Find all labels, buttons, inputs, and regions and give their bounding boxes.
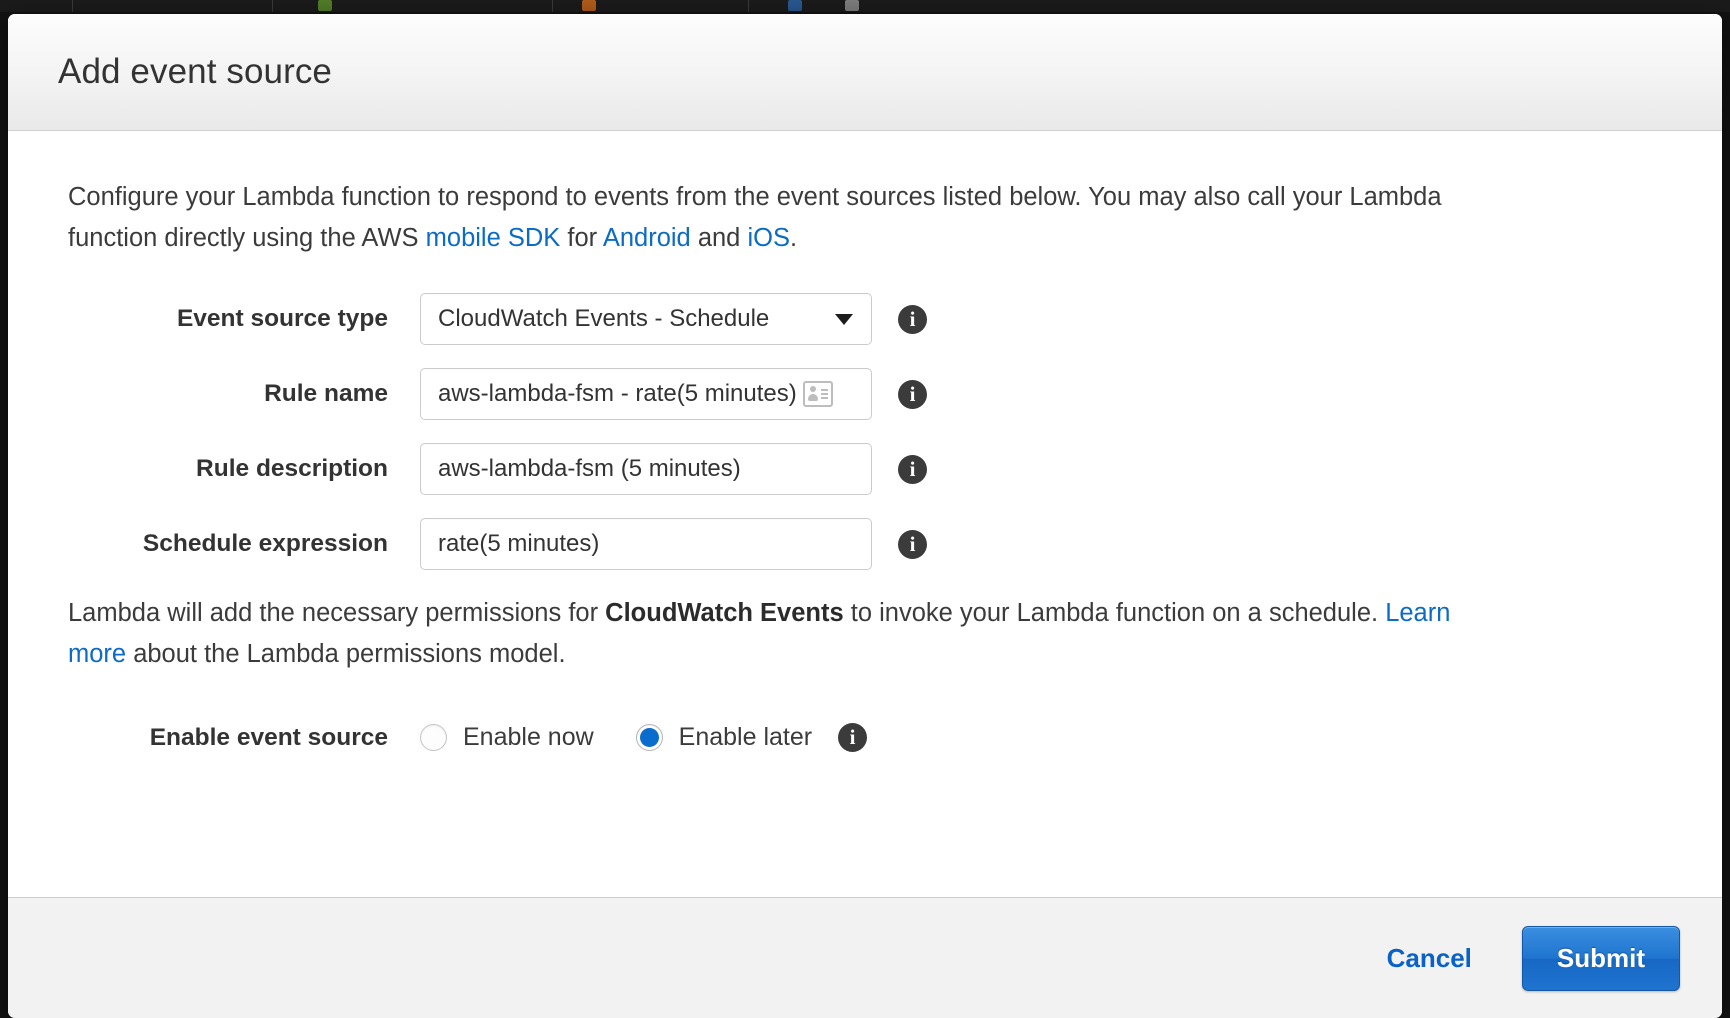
radio-option-enable-later[interactable]: Enable later	[635, 723, 813, 752]
chevron-down-icon	[835, 313, 853, 325]
permissions-text-2: to invoke your Lambda function on a sche…	[843, 599, 1386, 627]
form-row-enable-event-source: Enable event source Enable now Enable la…	[68, 723, 1666, 753]
intro-text-4: .	[789, 224, 798, 252]
enable-event-source-radio-group: Enable now Enable later i	[420, 723, 868, 753]
enable-event-source-label: Enable event source	[149, 724, 388, 751]
submit-button[interactable]: Submit	[1521, 925, 1680, 991]
rule-description-value: aws-lambda-fsm (5 minutes)	[438, 455, 741, 482]
event-source-type-select[interactable]: CloudWatch Events - Schedule	[420, 293, 872, 345]
schedule-expression-input[interactable]: rate(5 minutes)	[420, 518, 872, 570]
radio-enable-now[interactable]	[420, 724, 447, 752]
intro-paragraph: Configure your Lambda function to respon…	[68, 177, 1488, 259]
dialog-body: Configure your Lambda function to respon…	[8, 131, 1722, 897]
info-icon[interactable]: i	[898, 454, 927, 484]
rule-description-label: Rule description	[196, 455, 388, 483]
radio-enable-now-label: Enable now	[463, 723, 594, 752]
mobile-sdk-link[interactable]: mobile SDK	[426, 224, 561, 252]
form-row-rule-description: Rule description aws-lambda-fsm (5 minut…	[68, 443, 1666, 495]
rule-description-input[interactable]: aws-lambda-fsm (5 minutes)	[420, 443, 872, 495]
android-link[interactable]: Android	[603, 224, 691, 252]
add-event-source-dialog: Add event source Configure your Lambda f…	[8, 14, 1722, 1018]
info-icon[interactable]: i	[898, 304, 927, 334]
event-source-type-control: CloudWatch Events - Schedule i	[420, 293, 927, 345]
radio-enable-later-label: Enable later	[678, 723, 813, 752]
ios-link[interactable]: iOS	[747, 224, 790, 252]
schedule-expression-label: Schedule expression	[142, 530, 388, 558]
schedule-expression-value: rate(5 minutes)	[438, 530, 600, 557]
rule-name-label: Rule name	[264, 380, 388, 408]
intro-text-3: and	[690, 224, 748, 252]
id-card-icon[interactable]	[802, 381, 833, 407]
info-icon[interactable]: i	[898, 379, 927, 409]
intro-text-2: for	[560, 224, 603, 252]
info-icon[interactable]: i	[898, 529, 927, 559]
permissions-bold: CloudWatch Events	[605, 599, 844, 627]
dialog-header: Add event source	[8, 14, 1722, 131]
rule-name-value: aws-lambda-fsm - rate(5 minutes)	[438, 380, 797, 407]
event-source-type-label: Event source type	[176, 305, 388, 333]
permissions-note: Lambda will add the necessary permission…	[68, 593, 1498, 675]
radio-enable-later[interactable]	[635, 724, 663, 752]
radio-option-enable-now[interactable]: Enable now	[420, 723, 594, 752]
rule-name-control: aws-lambda-fsm - rate(5 minutes) i	[420, 368, 927, 420]
form-row-rule-name: Rule name aws-lambda-fsm - rate(5 minute…	[68, 368, 1666, 420]
rule-description-control: aws-lambda-fsm (5 minutes) i	[420, 443, 927, 495]
cancel-button[interactable]: Cancel	[1381, 942, 1478, 975]
rule-name-input[interactable]: aws-lambda-fsm - rate(5 minutes)	[420, 368, 872, 420]
browser-chrome-strip	[0, 0, 1730, 12]
permissions-text-3: about the Lambda permissions model.	[126, 640, 566, 668]
schedule-expression-control: rate(5 minutes) i	[420, 518, 927, 570]
form-row-event-source-type: Event source type CloudWatch Events - Sc…	[68, 293, 1666, 345]
event-source-type-value: CloudWatch Events - Schedule	[438, 305, 770, 332]
form-row-schedule-expression: Schedule expression rate(5 minutes) i	[68, 518, 1666, 570]
dialog-title: Add event source	[58, 52, 332, 91]
permissions-text-1: Lambda will add the necessary permission…	[68, 599, 606, 627]
dialog-footer: Cancel Submit	[8, 897, 1722, 1018]
info-icon[interactable]: i	[838, 723, 868, 753]
